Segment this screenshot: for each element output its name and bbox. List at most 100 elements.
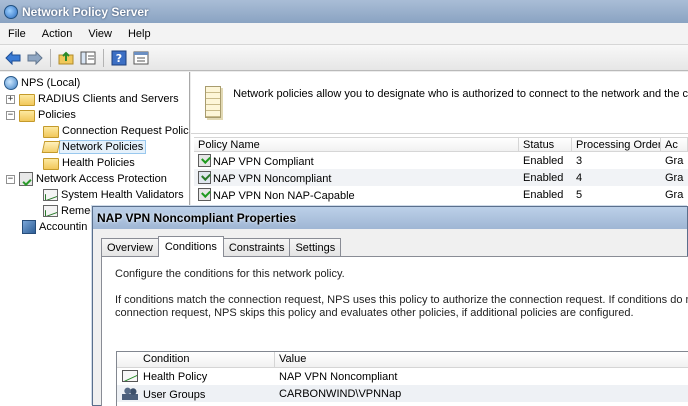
dialog-title: NAP VPN Noncompliant Properties xyxy=(97,211,297,225)
tree-node-label: Connection Request Polici xyxy=(62,125,190,137)
tree-node-label: Network Access Protection xyxy=(36,173,167,185)
properties-dialog: NAP VPN Noncompliant Properties Overview… xyxy=(92,206,688,406)
tree-node-label: NPS (Local) xyxy=(21,77,81,89)
nps-app-icon xyxy=(4,4,18,19)
health-validator-icon xyxy=(43,189,58,201)
tree-node-label: Network Policies xyxy=(59,140,147,154)
table-row[interactable]: NAP VPN Non NAP-Capable Enabled 5 Gra xyxy=(194,186,688,203)
tab-settings[interactable]: Settings xyxy=(289,238,342,257)
conditions-list: Condition Value Health Policy NAP VPN No… xyxy=(116,351,688,406)
conditions-tab-page: Configure the conditions for this networ… xyxy=(101,256,688,406)
conditions-description-line-2: connection request, NPS skips this polic… xyxy=(115,307,634,319)
document-icon xyxy=(205,86,222,118)
folder-icon xyxy=(19,109,35,122)
tree-node-health-policies[interactable]: Health Policies xyxy=(43,155,135,171)
policy-enabled-icon xyxy=(198,153,211,167)
tree-node-accounting[interactable]: Accountin xyxy=(22,219,87,235)
tree-node-radius[interactable]: + RADIUS Clients and Servers xyxy=(6,91,179,107)
tree-node-remediation[interactable]: Remed xyxy=(43,203,96,219)
condition-name: Health Policy xyxy=(143,371,208,383)
folder-icon xyxy=(19,93,35,106)
tree-node-connection-request-policies[interactable]: Connection Request Polici xyxy=(43,123,190,139)
dialog-title-bar[interactable]: NAP VPN Noncompliant Properties xyxy=(93,207,687,229)
tree-node-network-access-protection[interactable]: − Network Access Protection xyxy=(6,171,167,187)
tree-node-label: System Health Validators xyxy=(61,189,184,201)
folder-icon xyxy=(43,157,59,170)
collapse-icon[interactable]: − xyxy=(6,110,15,120)
policy-enabled-icon xyxy=(198,187,211,201)
column-access-type[interactable]: Ac xyxy=(661,138,688,151)
menu-help[interactable]: Help xyxy=(120,28,159,40)
nps-server-icon xyxy=(4,76,18,90)
svg-text:?: ? xyxy=(116,52,122,65)
tab-strip: Overview Conditions Constraints Settings xyxy=(101,236,342,257)
back-icon[interactable] xyxy=(3,48,23,68)
health-policy-icon xyxy=(122,370,138,382)
nap-icon xyxy=(19,172,33,186)
table-row[interactable]: NAP VPN Compliant Enabled 3 Gra xyxy=(194,152,688,169)
toolbar-separator xyxy=(103,48,104,67)
toolbar-separator xyxy=(50,48,51,67)
policy-status: Enabled xyxy=(523,171,564,184)
tree-node-policies[interactable]: − Policies xyxy=(6,107,76,123)
tab-constraints[interactable]: Constraints xyxy=(222,238,291,257)
condition-value: NAP VPN Noncompliant xyxy=(279,370,398,383)
column-status[interactable]: Status xyxy=(519,138,572,151)
conditions-header: Condition Value xyxy=(117,352,688,368)
column-policy-name[interactable]: Policy Name xyxy=(194,138,519,151)
folder-open-icon xyxy=(41,141,61,153)
user-groups-icon xyxy=(122,386,138,400)
policy-status: Enabled xyxy=(523,154,564,167)
policy-status: Enabled xyxy=(523,188,564,201)
accounting-icon xyxy=(22,220,36,234)
tree-node-nps-local[interactable]: NPS (Local) xyxy=(4,75,80,91)
column-processing-order[interactable]: Processing Order xyxy=(572,138,661,151)
condition-row[interactable]: User Groups CARBONWIND\VPNNap xyxy=(117,385,688,402)
menu-view[interactable]: View xyxy=(80,28,120,40)
policy-order: 3 xyxy=(576,154,583,167)
menu-bar: File Action View Help xyxy=(0,23,688,45)
up-folder-icon[interactable] xyxy=(56,48,76,68)
policy-name: NAP VPN Non NAP-Capable xyxy=(213,189,355,202)
table-row[interactable]: NAP VPN Noncompliant Enabled 4 Gra xyxy=(194,169,688,186)
tree-node-label: Policies xyxy=(38,109,76,121)
info-text: Network policies allow you to designate … xyxy=(233,88,688,100)
policy-name: NAP VPN Noncompliant xyxy=(213,172,332,185)
policy-grid: Policy Name Status Processing Order Ac N… xyxy=(194,137,688,203)
tree-node-label: Accountin xyxy=(39,221,88,233)
tree-node-network-policies[interactable]: Network Policies xyxy=(41,139,147,155)
toolbar: ? xyxy=(0,45,688,71)
condition-row[interactable]: Health Policy NAP VPN Noncompliant xyxy=(117,368,688,385)
policy-name: NAP VPN Compliant xyxy=(213,155,314,168)
tab-overview[interactable]: Overview xyxy=(101,238,159,257)
remediation-icon xyxy=(43,205,58,217)
policy-access: Gra xyxy=(665,171,684,184)
properties-icon[interactable] xyxy=(131,48,151,68)
menu-file[interactable]: File xyxy=(0,28,34,40)
grid-header: Policy Name Status Processing Order Ac xyxy=(194,137,688,152)
window-title-bar: Network Policy Server xyxy=(0,0,688,23)
help-icon[interactable]: ? xyxy=(109,48,129,68)
menu-action[interactable]: Action xyxy=(34,28,81,40)
tab-conditions[interactable]: Conditions xyxy=(157,236,224,257)
collapse-icon[interactable]: − xyxy=(6,174,15,184)
show-hide-tree-icon[interactable] xyxy=(78,48,98,68)
tree-node-label: Health Policies xyxy=(62,157,135,169)
window-title: Network Policy Server xyxy=(22,4,149,19)
policy-access: Gra xyxy=(665,154,684,167)
column-condition[interactable]: Condition xyxy=(117,352,275,367)
conditions-intro: Configure the conditions for this networ… xyxy=(115,268,345,280)
policy-enabled-icon xyxy=(198,170,211,184)
policy-order: 4 xyxy=(576,171,583,184)
conditions-description-line-1: If conditions match the connection reque… xyxy=(115,294,688,306)
policy-access: Gra xyxy=(665,188,684,201)
forward-icon[interactable] xyxy=(25,48,45,68)
condition-name: User Groups xyxy=(143,388,206,401)
expand-icon[interactable]: + xyxy=(6,94,15,104)
info-banner: Network policies allow you to designate … xyxy=(191,72,688,134)
column-value[interactable]: Value xyxy=(275,352,688,367)
folder-icon xyxy=(43,125,59,138)
tree-node-label: RADIUS Clients and Servers xyxy=(38,93,179,105)
tree-node-system-health-validators[interactable]: System Health Validators xyxy=(43,187,184,203)
condition-value: CARBONWIND\VPNNap xyxy=(279,387,402,400)
